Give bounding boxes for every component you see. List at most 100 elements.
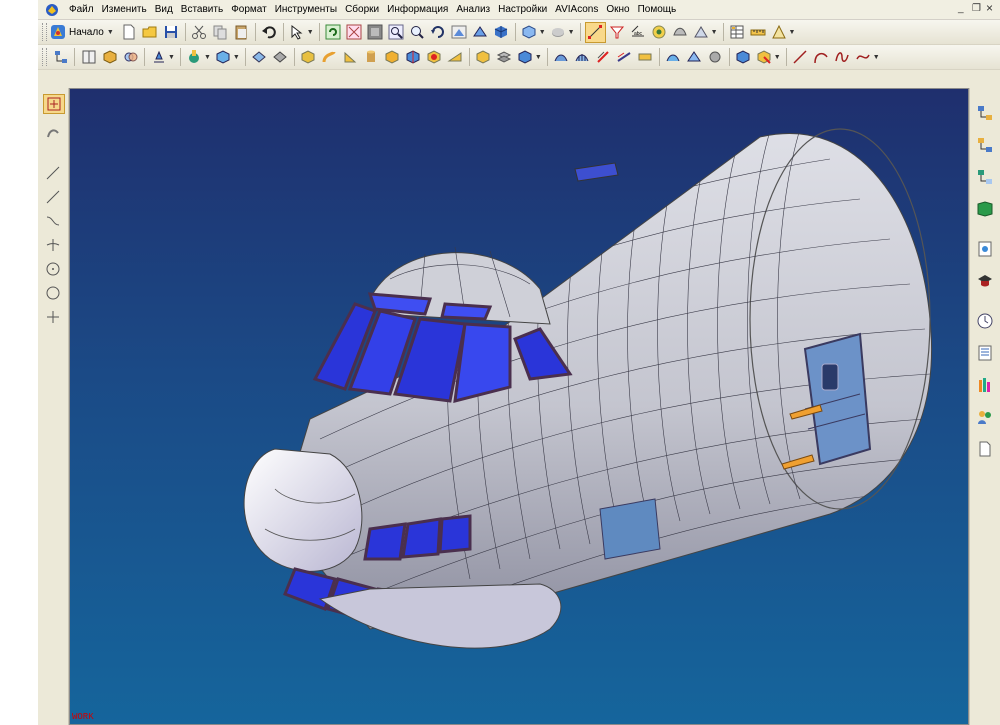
chevron-down-icon[interactable]: ▼: [789, 29, 796, 36]
web-browser-button[interactable]: [974, 238, 996, 260]
menu-format[interactable]: Формат: [227, 0, 271, 19]
point-tool-button[interactable]: [43, 236, 63, 254]
mesh-button[interactable]: [573, 48, 592, 67]
spline-tool-button[interactable]: [43, 212, 63, 230]
chevron-down-icon[interactable]: ▼: [539, 29, 546, 36]
menu-view[interactable]: Вид: [151, 0, 177, 19]
sketch-button[interactable]: [43, 124, 63, 142]
thicken-button[interactable]: [636, 48, 655, 67]
constraint-navigator-button[interactable]: [974, 166, 996, 188]
arc-button[interactable]: [812, 48, 831, 67]
close-button[interactable]: ×: [986, 1, 993, 15]
save-button[interactable]: [162, 23, 181, 42]
shape2-button[interactable]: [692, 23, 711, 42]
toolbar-grip[interactable]: [42, 48, 47, 66]
chamfer-button[interactable]: [474, 48, 493, 67]
training-button[interactable]: [974, 270, 996, 292]
chevron-down-icon[interactable]: ▼: [568, 29, 575, 36]
undo-button[interactable]: [260, 23, 279, 42]
menu-file[interactable]: Файл: [65, 0, 98, 19]
select-button[interactable]: [43, 94, 65, 114]
menu-assemblies[interactable]: Сборки: [341, 0, 383, 19]
menu-tools[interactable]: Инструменты: [271, 0, 341, 19]
open-button[interactable]: [141, 23, 160, 42]
component-button[interactable]: [185, 48, 204, 67]
chevron-down-icon[interactable]: ▼: [873, 54, 880, 61]
revolve-button[interactable]: [299, 48, 318, 67]
wrap-button[interactable]: [685, 48, 704, 67]
shaded-button[interactable]: [471, 23, 490, 42]
chevron-down-icon[interactable]: ▼: [168, 54, 175, 61]
circle-tool-button[interactable]: [43, 260, 63, 278]
boolean-button[interactable]: [425, 48, 444, 67]
zoom-button[interactable]: [387, 23, 406, 42]
surface-button[interactable]: [552, 48, 571, 67]
history-button[interactable]: [974, 310, 996, 332]
spline-button[interactable]: [833, 48, 852, 67]
assembly-navigator-button[interactable]: [974, 134, 996, 156]
menu-window[interactable]: Окно: [602, 0, 633, 19]
chevron-down-icon[interactable]: ▼: [307, 29, 314, 36]
selection-filter-button[interactable]: [608, 23, 627, 42]
view-button[interactable]: [450, 23, 469, 42]
render-style-button[interactable]: [492, 23, 511, 42]
chevron-down-icon[interactable]: ▼: [774, 54, 781, 61]
box-button[interactable]: [214, 48, 233, 67]
rotate-button[interactable]: [429, 23, 448, 42]
process-studio-button[interactable]: [974, 342, 996, 364]
block-button[interactable]: [341, 48, 360, 67]
polyline-tool-button[interactable]: [43, 188, 63, 206]
shell-button[interactable]: [495, 48, 514, 67]
patch-button[interactable]: [664, 48, 683, 67]
paint-button[interactable]: [549, 23, 568, 42]
part-button[interactable]: [100, 48, 119, 67]
sweep-button[interactable]: [320, 48, 339, 67]
graphics-viewport[interactable]: WORK: [69, 88, 969, 725]
new-button[interactable]: [120, 23, 139, 42]
book-button[interactable]: [79, 48, 98, 67]
restore-button[interactable]: ❐: [972, 3, 981, 14]
cylinder-button[interactable]: [362, 48, 381, 67]
cone-button[interactable]: [383, 48, 402, 67]
extrude-button[interactable]: [271, 48, 290, 67]
assembly-button[interactable]: [121, 48, 140, 67]
table-button[interactable]: [728, 23, 747, 42]
zoom-window-button[interactable]: [366, 23, 385, 42]
solid-button[interactable]: [250, 48, 269, 67]
plus-tool-button[interactable]: [43, 308, 63, 326]
chevron-down-icon[interactable]: ▼: [233, 54, 240, 61]
menu-preferences[interactable]: Настройки: [494, 0, 551, 19]
shade-mode-button[interactable]: [520, 23, 539, 42]
ruler-button[interactable]: [749, 23, 768, 42]
tree-button[interactable]: [51, 48, 70, 67]
start-button[interactable]: Начало ▼: [50, 24, 116, 40]
subtract-button[interactable]: [734, 48, 753, 67]
select-tool-button[interactable]: [288, 23, 307, 42]
roles-button[interactable]: [974, 406, 996, 428]
intersect-button[interactable]: [755, 48, 774, 67]
blend-button[interactable]: [446, 48, 465, 67]
document-button[interactable]: [974, 438, 996, 460]
part-navigator-button[interactable]: [974, 102, 996, 124]
refresh-button[interactable]: [324, 23, 343, 42]
menu-analysis[interactable]: Анализ: [452, 0, 494, 19]
align-button[interactable]: [149, 48, 168, 67]
cut-button[interactable]: [190, 23, 209, 42]
analysis-button[interactable]: [650, 23, 669, 42]
offset-button[interactable]: [594, 48, 613, 67]
curve-button[interactable]: [854, 48, 873, 67]
unite-button[interactable]: [706, 48, 725, 67]
menu-aviacons[interactable]: AVIAcons: [551, 0, 602, 19]
menu-information[interactable]: Информация: [383, 0, 452, 19]
sew-button[interactable]: [615, 48, 634, 67]
paste-button[interactable]: [232, 23, 251, 42]
sphere-button[interactable]: [404, 48, 423, 67]
zoom-in-button[interactable]: [408, 23, 427, 42]
snap-button[interactable]: [584, 21, 606, 43]
toolbar-grip[interactable]: [42, 23, 47, 41]
shape-button[interactable]: [671, 23, 690, 42]
copy-button[interactable]: [211, 23, 230, 42]
line-tool-button[interactable]: [43, 164, 63, 182]
menu-insert[interactable]: Вставить: [177, 0, 227, 19]
measure-button[interactable]: abc: [629, 23, 648, 42]
